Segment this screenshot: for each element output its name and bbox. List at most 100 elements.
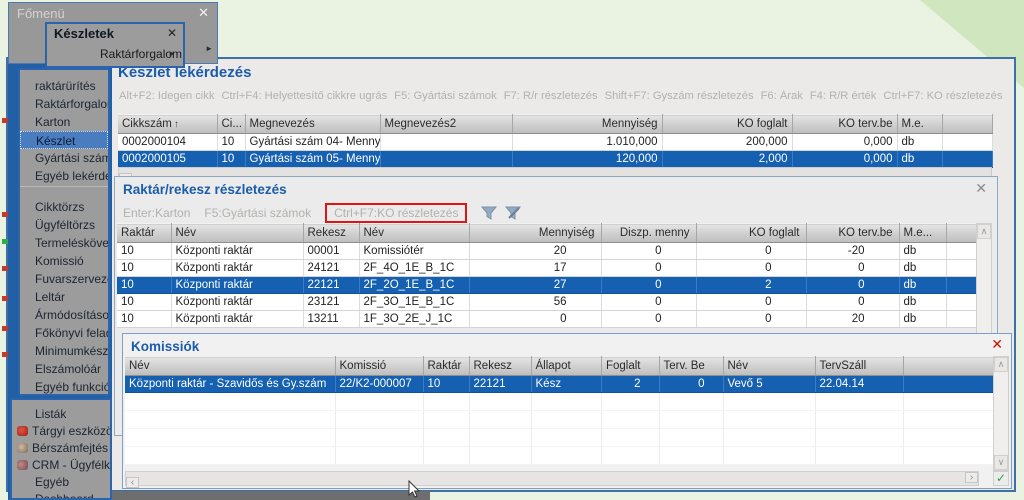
column-header[interactable]: Név <box>171 224 303 243</box>
sidebar-item[interactable]: Minimumkészle <box>20 342 108 360</box>
table-cell[interactable]: 2F_4O_1E_B_1C <box>359 260 469 277</box>
table-cell[interactable]: db <box>899 277 946 294</box>
table-cell[interactable]: Központi raktár <box>171 243 303 260</box>
table-cell[interactable]: 2F_3O_1E_B_1C <box>359 294 469 311</box>
table-cell[interactable]: 0 <box>659 376 723 393</box>
table-cell[interactable]: 22121 <box>303 277 359 294</box>
table-cell[interactable]: 2 <box>601 376 659 393</box>
table-cell[interactable]: -20 <box>806 243 899 260</box>
sidebar-item[interactable]: Ügyféltörzs <box>20 216 108 234</box>
table-cell[interactable]: 0 <box>601 294 696 311</box>
column-header[interactable]: Terv. Be <box>659 357 723 376</box>
table-cell[interactable]: 20 <box>806 311 899 328</box>
table-cell[interactable]: 00001 <box>303 243 359 260</box>
scroll-right-button[interactable]: › <box>965 472 978 483</box>
column-header[interactable]: M.e... <box>899 224 946 243</box>
table-cell[interactable] <box>380 151 512 168</box>
scroll-left-button[interactable]: ‹ <box>126 477 139 488</box>
table-row[interactable]: 10Központi raktár241212F_4O_1E_B_1C17000… <box>117 260 977 277</box>
sidebar-item[interactable]: Cikktörzs <box>20 198 108 216</box>
column-header[interactable]: Raktár <box>117 224 171 243</box>
column-header[interactable]: KO foglalt <box>662 115 792 134</box>
table-cell[interactable]: 0 <box>696 294 806 311</box>
table-row[interactable]: 10Központi raktár00001Komissiótér2000-20… <box>117 243 977 260</box>
column-header[interactable]: Raktár <box>423 357 469 376</box>
table-cell[interactable]: 10 <box>117 311 171 328</box>
table-cell[interactable]: 0 <box>696 243 806 260</box>
table-cell[interactable]: 10 <box>217 134 245 151</box>
sidebar-item[interactable]: Egyéb funkciók <box>20 378 108 396</box>
table-row[interactable]: 10Központi raktár132111F_3O_2E_J_1C00020… <box>117 311 977 328</box>
column-header[interactable]: Diszp. menny <box>601 224 696 243</box>
table-cell[interactable]: 22/K2-000007 <box>335 376 423 393</box>
table-cell[interactable]: 0 <box>601 311 696 328</box>
table-cell[interactable]: 10 <box>423 376 469 393</box>
table-cell[interactable]: 56 <box>469 294 601 311</box>
table-cell[interactable]: 0002000104 <box>118 134 217 151</box>
table-cell[interactable]: 0 <box>696 311 806 328</box>
table-cell[interactable]: Komissiótér <box>359 243 469 260</box>
sidebar-item[interactable]: raktárürítés <box>20 77 108 95</box>
column-header[interactable]: KO terv.be <box>792 115 897 134</box>
table-cell[interactable]: Gyártási szám 05- Menny <box>245 151 380 168</box>
table-cell[interactable] <box>946 260 977 277</box>
column-header[interactable]: Mennyiség <box>512 115 662 134</box>
table-cell[interactable]: Központi raktár <box>171 277 303 294</box>
table-cell[interactable]: Központi raktár - Szavidős és Gy.szám <box>125 376 335 393</box>
table-cell[interactable]: 0002000105 <box>118 151 217 168</box>
column-header[interactable]: Mennyiség <box>469 224 601 243</box>
table-row[interactable]: 10Központi raktár221212F_2O_1E_B_1C27020… <box>117 277 977 294</box>
table-cell[interactable]: Kész <box>531 376 601 393</box>
table-cell[interactable]: 0 <box>806 294 899 311</box>
sidebar-item-egyeb[interactable]: Egyéb <box>12 473 110 490</box>
close-icon[interactable]: ✕ <box>991 336 1003 353</box>
column-header[interactable]: Rekesz <box>303 224 359 243</box>
table-cell[interactable]: 10 <box>117 277 171 294</box>
table-cell[interactable]: db <box>899 294 946 311</box>
table-cell[interactable] <box>946 311 977 328</box>
table-cell[interactable]: Vevő 5 <box>723 376 815 393</box>
filter-icon[interactable] <box>481 206 497 220</box>
sidebar-item[interactable]: Elszámolóár <box>20 360 108 378</box>
close-icon[interactable]: ✕ <box>167 26 177 40</box>
column-header[interactable]: Megnevezés2 <box>380 115 512 134</box>
table-cell[interactable] <box>942 151 992 168</box>
table-cell[interactable]: 0 <box>806 260 899 277</box>
table-cell[interactable]: db <box>897 134 942 151</box>
vertical-scrollbar[interactable]: ∧ ∨ <box>993 356 1009 471</box>
column-header[interactable]: TervSzáll <box>815 357 903 376</box>
table-cell[interactable]: 10 <box>217 151 245 168</box>
table-cell[interactable]: 10 <box>117 294 171 311</box>
table-cell[interactable]: db <box>899 260 946 277</box>
table-row[interactable]: 10Központi raktár231212F_3O_1E_B_1C56000… <box>117 294 977 311</box>
table-cell[interactable]: 24121 <box>303 260 359 277</box>
table-cell[interactable]: 22121 <box>469 376 531 393</box>
table-cell[interactable]: 27 <box>469 277 601 294</box>
table-cell[interactable]: 23121 <box>303 294 359 311</box>
table-cell[interactable]: 17 <box>469 260 601 277</box>
table-cell[interactable]: 0 <box>601 243 696 260</box>
table-cell[interactable] <box>942 134 992 151</box>
column-header[interactable]: Állapot <box>531 357 601 376</box>
sidebar-item-dashboard[interactable]: Dashboard <box>12 490 110 500</box>
column-header[interactable]: M.e. <box>897 115 942 134</box>
table-cell[interactable]: 13211 <box>303 311 359 328</box>
table-cell[interactable]: db <box>899 243 946 260</box>
sidebar-item[interactable]: Gyártási szám l <box>20 149 108 167</box>
close-icon[interactable]: ✕ <box>198 5 209 21</box>
sidebar-item-crm[interactable]: CRM - Ügyfélkap <box>12 456 110 473</box>
sidebar-item[interactable]: Ármódosítások <box>20 306 108 324</box>
table-cell[interactable]: 0,000 <box>792 151 897 168</box>
table-cell[interactable]: 2F_2O_1E_B_1C <box>359 277 469 294</box>
table-cell[interactable]: 0 <box>601 277 696 294</box>
table-cell[interactable] <box>946 243 977 260</box>
table-row[interactable]: Központi raktár - Szavidős és Gy.szám22/… <box>125 376 997 393</box>
sidebar-item[interactable]: Leltár <box>20 288 108 306</box>
column-header[interactable]: Név <box>125 357 335 376</box>
table-cell[interactable]: Központi raktár <box>171 260 303 277</box>
table-cell[interactable]: 0 <box>601 260 696 277</box>
column-header[interactable]: Cikkszám↑ <box>118 115 217 134</box>
table-cell[interactable]: Gyártási szám 04- Menny <box>245 134 380 151</box>
sidebar-item[interactable]: Készlet <box>20 131 108 149</box>
column-header[interactable]: Ci... <box>217 115 245 134</box>
